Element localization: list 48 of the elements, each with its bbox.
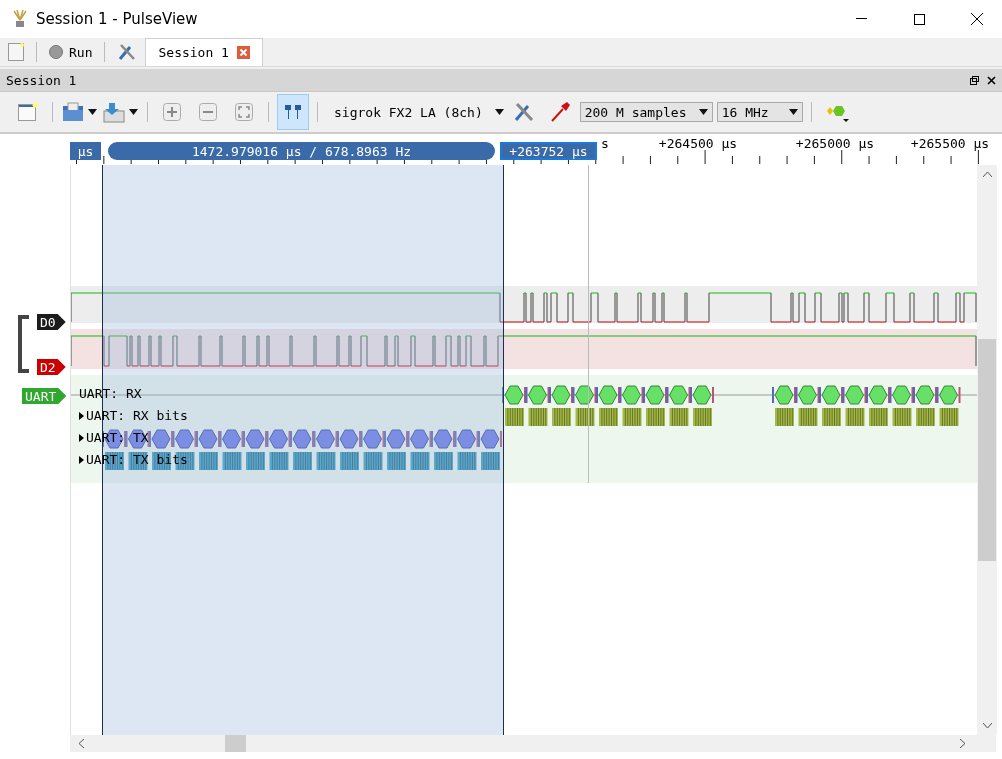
- ruler-label: +265000 μs: [795, 136, 875, 151]
- sample-count-select[interactable]: 200 M samples: [579, 102, 713, 122]
- marker-flag[interactable]: μs: [70, 142, 101, 160]
- session-tab[interactable]: Session 1: [145, 38, 263, 66]
- new-window-icon[interactable]: [18, 102, 38, 122]
- expand-icon[interactable]: [79, 411, 84, 420]
- app-logo-icon: [12, 10, 28, 28]
- folder-icon[interactable]: [62, 102, 84, 122]
- record-icon: [49, 45, 63, 59]
- scrollbar-thumb[interactable]: [225, 735, 246, 752]
- caret-icon[interactable]: [129, 109, 138, 115]
- cursor-flag[interactable]: +263752 μs: [500, 142, 597, 160]
- device-selector[interactable]: sigrok FX2 LA (8ch): [326, 104, 491, 120]
- ruler-label: +265500 μs: [910, 136, 990, 151]
- expand-icon[interactable]: [79, 433, 84, 442]
- caret-icon[interactable]: [698, 109, 708, 115]
- probe-icon[interactable]: [548, 101, 571, 123]
- scroll-left-icon[interactable]: [78, 739, 84, 748]
- maximize-icon: [913, 13, 925, 25]
- scroll-up-icon[interactable]: [982, 171, 992, 177]
- expand-icon[interactable]: [79, 455, 84, 464]
- run-button[interactable]: Run: [41, 38, 101, 66]
- minimize-icon: [855, 18, 867, 20]
- zoom-out-icon[interactable]: [199, 103, 217, 121]
- cursor-toggle-button[interactable]: [277, 94, 309, 130]
- close-icon[interactable]: [987, 75, 996, 85]
- channel-label[interactable]: D2: [37, 359, 66, 375]
- settings-icon[interactable]: [117, 42, 138, 62]
- ruler-label: +264500 μs: [658, 136, 738, 151]
- close-tab-icon[interactable]: [236, 46, 250, 59]
- cursor-icon: [283, 103, 303, 121]
- scrollbar-thumb[interactable]: [978, 339, 996, 561]
- caret-icon[interactable]: [788, 109, 798, 115]
- dock-title: Session 1: [6, 72, 78, 88]
- new-session-icon[interactable]: [8, 43, 24, 61]
- scroll-right-icon[interactable]: [960, 739, 966, 748]
- caret-icon[interactable]: [88, 109, 97, 115]
- window-title: Session 1 - PulseView: [36, 10, 199, 28]
- group-bracket-icon: [17, 315, 31, 373]
- channel-label[interactable]: D0: [37, 314, 66, 330]
- caret-icon[interactable]: [494, 109, 504, 115]
- float-icon[interactable]: [970, 75, 979, 85]
- close-icon: [971, 13, 983, 25]
- scroll-down-icon[interactable]: [982, 723, 992, 729]
- measurement-label: 1472.979016 μs / 678.8963 Hz: [108, 142, 495, 160]
- zoom-in-icon[interactable]: [163, 103, 181, 121]
- ruler-label: s: [601, 136, 609, 151]
- sample-rate-select[interactable]: 16 MHz: [716, 102, 803, 122]
